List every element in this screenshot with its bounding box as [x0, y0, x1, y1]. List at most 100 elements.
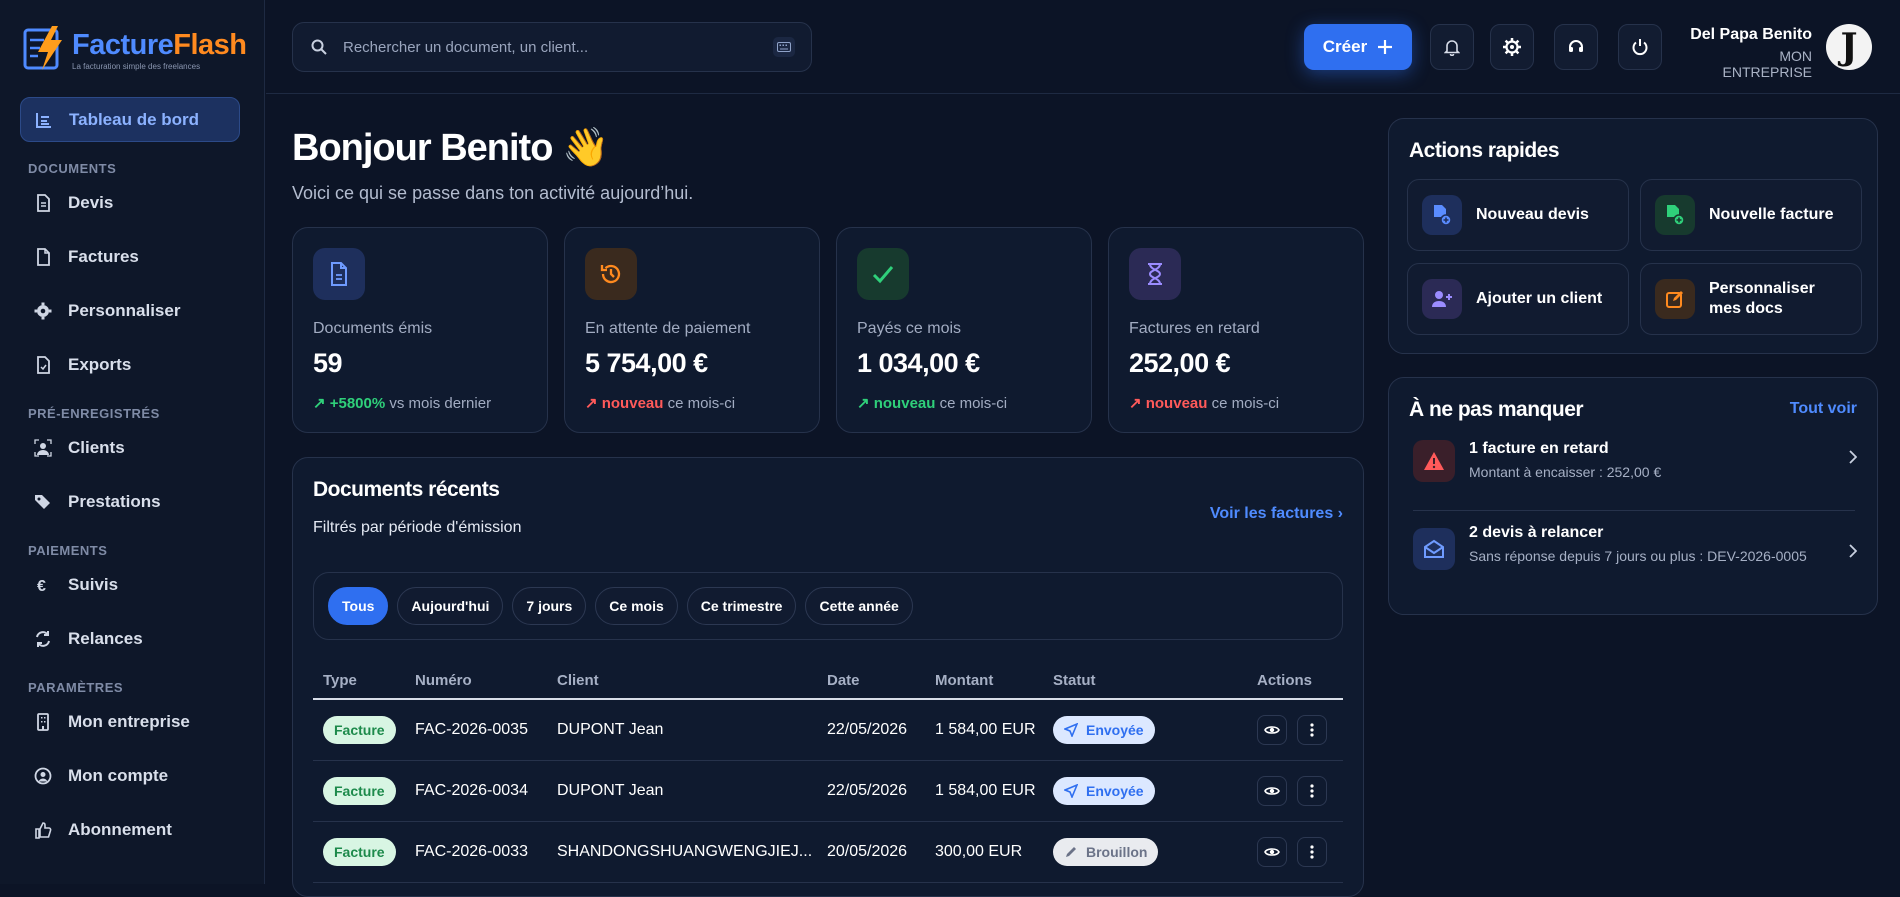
filter-today[interactable]: Aujourd'hui — [397, 587, 504, 625]
col-client[interactable]: Client — [547, 663, 817, 700]
stat-trend: ↗ +5800% vs mois dernier — [313, 395, 492, 412]
sidebar-item-label: Personnaliser — [68, 301, 181, 320]
eye-icon — [1264, 847, 1280, 856]
sidebar-item-mon-compte[interactable]: Mon compte — [20, 749, 240, 803]
col-amount[interactable]: Montant — [925, 663, 1043, 700]
stat-label: En attente de paiement — [585, 320, 751, 337]
filter-7-days[interactable]: 7 jours — [512, 587, 587, 625]
alert-quotes-followup[interactable]: 2 devis à relancer Sans réponse depuis 7… — [1413, 524, 1857, 570]
view-button[interactable] — [1257, 836, 1287, 867]
recent-documents-panel: Documents récents Filtrés par période d'… — [292, 457, 1364, 897]
filter-this-quarter[interactable]: Ce trimestre — [686, 587, 797, 625]
doc-amount: 1 584,00 EUR — [925, 699, 1043, 761]
doc-client: DUPONT Jean — [547, 760, 817, 822]
alert-text: Sans réponse depuis 7 jours ou plus : DE… — [1469, 548, 1807, 564]
stat-trend: ↗ nouveau ce mois-ci — [857, 395, 1008, 412]
sidebar-item-relances[interactable]: Relances — [20, 612, 240, 666]
new-invoice-button[interactable]: Nouvelle facture — [1640, 179, 1862, 251]
status-badge: Brouillon — [1053, 837, 1159, 866]
stat-label: Documents émis — [313, 320, 433, 337]
filter-this-month[interactable]: Ce mois — [595, 587, 678, 625]
view-button[interactable] — [1257, 714, 1287, 745]
user-info[interactable]: Del Papa Benito MON ENTREPRISE — [1688, 26, 1812, 80]
table-row[interactable]: Facture FAC-2026-0033 SHANDONGSHUANGWENG… — [313, 821, 1343, 883]
support-button[interactable] — [1554, 24, 1598, 70]
power-icon — [1632, 39, 1648, 56]
warning-icon — [1413, 440, 1455, 482]
edit-icon — [1655, 279, 1695, 319]
more-vertical-icon — [1310, 723, 1314, 737]
filter-this-year[interactable]: Cette année — [805, 587, 913, 625]
notifications-button[interactable] — [1430, 24, 1474, 70]
stat-card-documents: Documents émis 59 ↗ +5800% vs mois derni… — [292, 227, 548, 433]
page-title: Bonjour Benito 👋 — [292, 127, 609, 169]
col-status[interactable]: Statut — [1043, 663, 1247, 700]
see-all-link[interactable]: Tout voir — [1790, 400, 1857, 418]
table-row[interactable]: Facture FAC-2026-0035 DUPONT Jean 22/05/… — [313, 699, 1343, 761]
col-number[interactable]: Numéro — [405, 663, 547, 700]
settings-button[interactable] — [1490, 24, 1534, 70]
table-row[interactable]: Facture FAC-2026-0034 DUPONT Jean 22/05/… — [313, 760, 1343, 822]
recent-subtitle: Filtrés par période d'émission — [313, 519, 522, 536]
type-badge: Facture — [323, 715, 396, 744]
sidebar-item-suivis[interactable]: € Suivis — [20, 558, 240, 612]
refresh-icon — [36, 631, 50, 647]
alert-overdue-invoice[interactable]: 1 facture en retard Montant à encaisser … — [1413, 440, 1857, 482]
document-icon — [313, 248, 365, 300]
doc-amount: 1 584,00 EUR — [925, 760, 1043, 822]
user-plus-icon — [1422, 279, 1462, 319]
gear-icon — [34, 302, 52, 320]
sidebar-item-abonnement[interactable]: Abonnement — [20, 803, 240, 857]
type-badge: Facture — [323, 837, 396, 866]
search-box[interactable] — [292, 22, 812, 72]
customize-docs-button[interactable]: Personnaliser mes docs — [1640, 263, 1862, 335]
stat-value: 252,00 € — [1129, 348, 1231, 378]
tags-icon — [35, 495, 50, 509]
view-invoices-link[interactable]: Voir les factures › — [1210, 505, 1343, 523]
sidebar-item-devis[interactable]: Devis — [20, 176, 240, 230]
doc-client: SHANDONGSHUANGWENGJIEJ... — [547, 821, 817, 883]
user-name: Del Papa Benito — [1690, 26, 1812, 43]
bell-icon — [1444, 40, 1460, 56]
sidebar-item-dashboard[interactable]: Tableau de bord — [20, 97, 240, 142]
chevron-right-icon — [1849, 544, 1857, 558]
search-input[interactable] — [343, 38, 743, 56]
page-subtitle: Voici ce qui se passe dans ton activité … — [292, 183, 694, 203]
sidebar-item-personnaliser[interactable]: Personnaliser — [20, 284, 240, 338]
sidebar-item-exports[interactable]: Exports — [20, 338, 240, 392]
col-date[interactable]: Date — [817, 663, 925, 700]
more-button[interactable] — [1297, 836, 1327, 867]
more-button[interactable] — [1297, 775, 1327, 806]
more-vertical-icon — [1310, 844, 1314, 859]
doc-number: FAC-2026-0035 — [405, 699, 547, 761]
sidebar-item-label: Abonnement — [68, 820, 172, 839]
add-client-button[interactable]: Ajouter un client — [1407, 263, 1629, 335]
create-button[interactable]: Créer — [1304, 24, 1412, 70]
avatar[interactable]: J — [1826, 24, 1872, 70]
gear-icon — [1503, 38, 1521, 56]
quick-actions-panel: Actions rapides Nouveau devis Nouvelle f… — [1388, 118, 1878, 354]
chart-icon — [36, 112, 51, 128]
quick-action-label: Ajouter un client — [1476, 290, 1603, 307]
brand-name: FactureFlash — [72, 29, 247, 61]
sidebar-item-clients[interactable]: Clients — [20, 421, 240, 475]
quick-action-label: Nouvelle facture — [1709, 206, 1834, 223]
plus-icon — [1378, 40, 1393, 54]
more-button[interactable] — [1297, 714, 1327, 745]
brand-logo[interactable]: FactureFlash La facturation simple des f… — [22, 24, 247, 72]
view-button[interactable] — [1257, 775, 1287, 806]
user-company: MON ENTREPRISE — [1722, 48, 1812, 80]
sidebar-item-prestations[interactable]: Prestations — [20, 475, 240, 529]
filter-all[interactable]: Tous — [328, 587, 389, 625]
sidebar-item-mon-entreprise[interactable]: Mon entreprise — [20, 695, 240, 749]
sidebar-item-label: Devis — [68, 193, 114, 212]
new-quote-button[interactable]: Nouveau devis — [1407, 179, 1629, 251]
chevron-right-icon — [1849, 450, 1857, 464]
sidebar-item-factures[interactable]: Factures — [20, 230, 240, 284]
logout-button[interactable] — [1618, 24, 1662, 70]
stat-value: 1 034,00 € — [857, 348, 980, 378]
sidebar-item-label: Mon entreprise — [68, 712, 190, 731]
col-type[interactable]: Type — [313, 663, 405, 700]
quick-action-label: Personnaliser mes docs — [1709, 280, 1815, 317]
sidebar-item-label: Tableau de bord — [69, 109, 200, 129]
